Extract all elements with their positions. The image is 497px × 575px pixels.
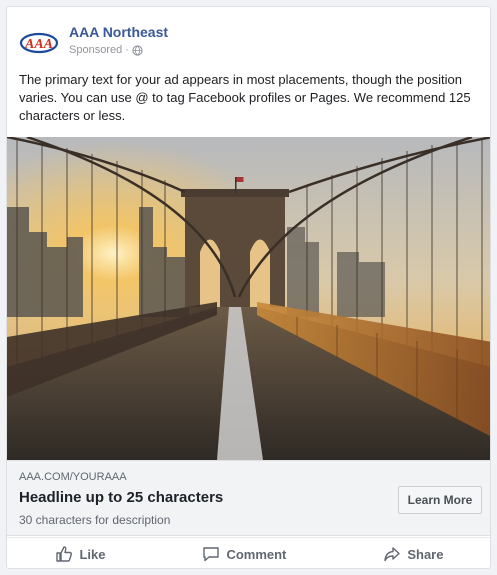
post-header: AAA AAA Northeast Sponsored ·	[7, 7, 490, 63]
link-preview[interactable]: AAA.COM/YOURAAA Headline up to 25 charac…	[7, 460, 490, 536]
post-primary-text: The primary text for your ad appears in …	[19, 72, 471, 123]
share-arrow-icon	[384, 547, 401, 562]
sponsored-label[interactable]: Sponsored ·	[69, 44, 129, 56]
bridge-photo	[7, 137, 490, 460]
ad-image[interactable]	[7, 137, 490, 460]
comment-label: Comment	[226, 546, 287, 562]
svg-text:AAA: AAA	[24, 37, 53, 52]
comment-button[interactable]: Comment	[192, 541, 296, 567]
aaa-logo: AAA	[19, 32, 59, 54]
link-domain: AAA.COM/YOURAAA	[19, 471, 127, 483]
page-name[interactable]: AAA Northeast	[69, 24, 168, 40]
globe-icon	[132, 44, 143, 56]
comment-icon	[203, 547, 220, 562]
sponsored-row: Sponsored ·	[69, 44, 143, 56]
thumbs-up-icon	[56, 546, 73, 562]
link-description: 30 characters for description	[19, 513, 171, 527]
ad-post-card: AAA AAA Northeast Sponsored · The primar…	[6, 6, 491, 569]
like-label: Like	[79, 546, 106, 562]
share-label: Share	[407, 546, 444, 562]
post-actions: Like Comment Share	[7, 537, 490, 568]
page-avatar[interactable]: AAA	[19, 23, 59, 63]
link-headline[interactable]: Headline up to 25 characters	[19, 489, 223, 506]
learn-more-button[interactable]: Learn More	[398, 486, 482, 514]
like-button[interactable]: Like	[45, 541, 115, 567]
share-button[interactable]: Share	[373, 541, 453, 567]
